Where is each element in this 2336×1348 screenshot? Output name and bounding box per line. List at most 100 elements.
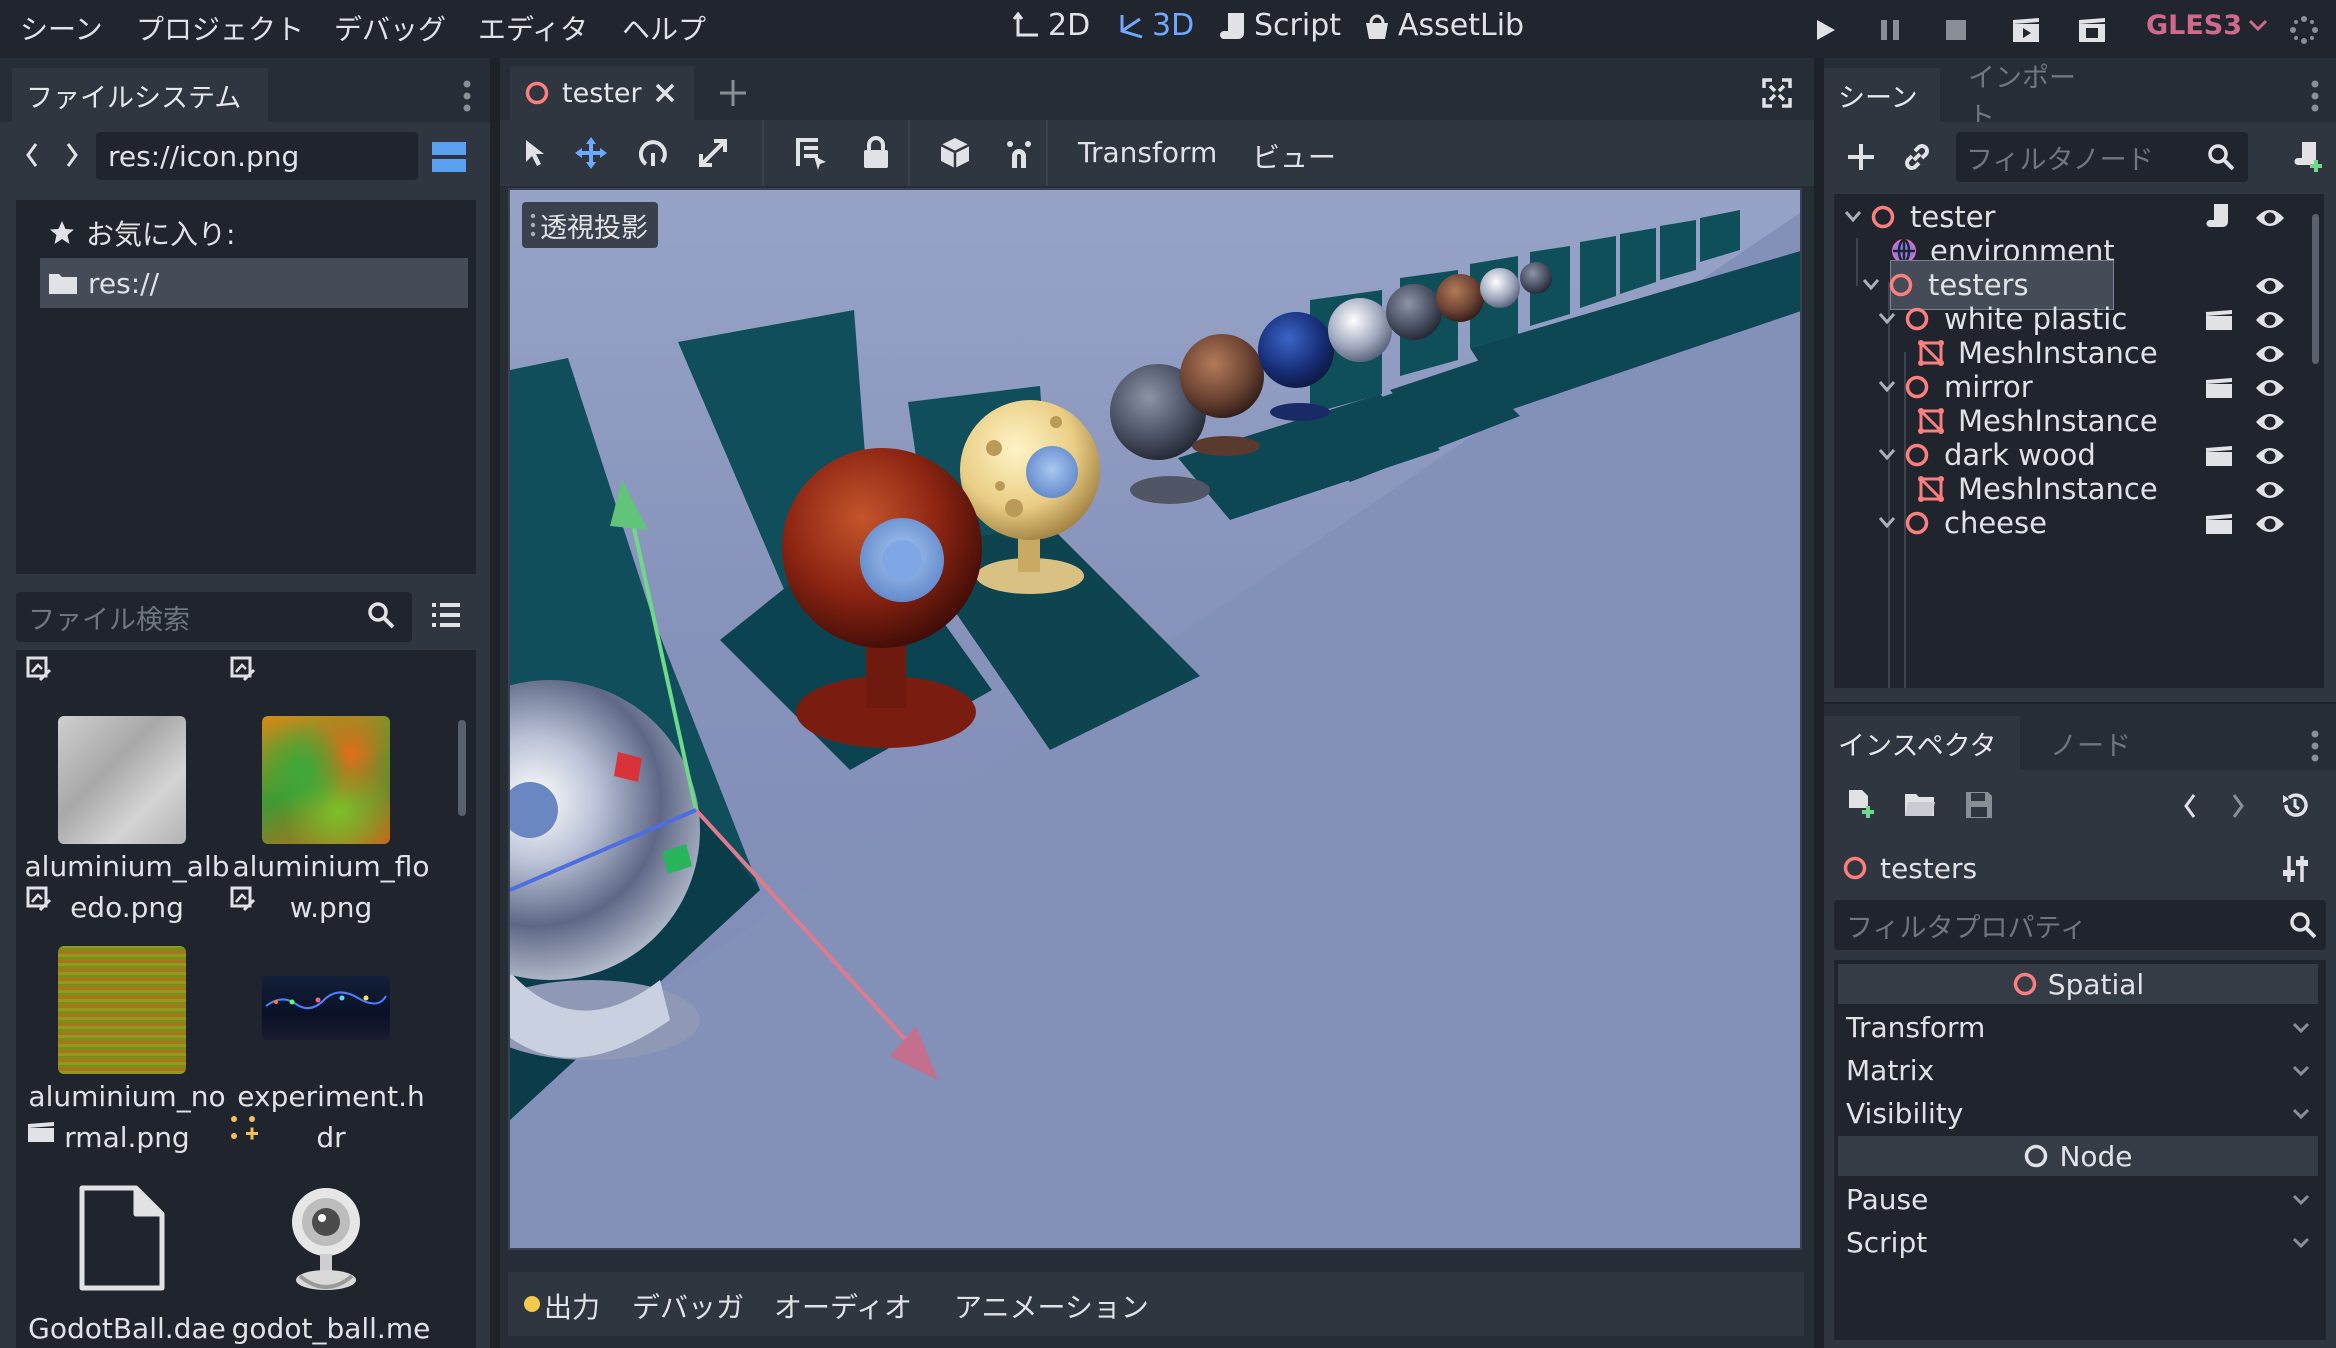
attach-script-icon[interactable] (2294, 140, 2324, 179)
visibility-eye-icon[interactable] (2254, 340, 2286, 364)
menu-project[interactable]: プロジェクト (136, 8, 304, 48)
spatial-node-icon (1871, 205, 1895, 229)
file-thumb-aluminium-normal[interactable] (58, 946, 186, 1074)
workspace-3d-button[interactable]: 3D (1116, 8, 1194, 43)
view-menu[interactable]: ビュー (1252, 136, 1336, 176)
renderer-selector[interactable]: GLES3 (2146, 10, 2268, 41)
forward-arrow-icon[interactable] (64, 140, 80, 177)
chevron-down-icon (1878, 449, 1896, 461)
dock-menu-icon[interactable] (462, 78, 478, 114)
close-icon[interactable] (654, 82, 676, 104)
tab-output[interactable]: 出力 (544, 1286, 600, 1326)
scene-node-cheese[interactable]: cheese (1878, 500, 2047, 546)
group-icon[interactable] (938, 136, 972, 177)
workspace-2d-button[interactable]: 2D (1012, 8, 1090, 43)
scene-badge-icon (26, 1118, 56, 1151)
rotate-tool-icon[interactable] (636, 136, 670, 177)
tab-tester[interactable]: tester (510, 66, 694, 120)
node-filter-input[interactable]: フィルタノード (1956, 132, 2248, 182)
object-properties-icon[interactable] (2282, 854, 2310, 891)
visibility-eye-icon[interactable] (2254, 204, 2286, 228)
visibility-eye-icon[interactable] (2254, 374, 2286, 398)
tab-node[interactable]: ノード (2036, 716, 2146, 770)
workspace-script-button[interactable]: Script (1220, 8, 1341, 43)
stop-button[interactable] (1936, 10, 1976, 50)
property-matrix[interactable]: Matrix (1838, 1049, 2318, 1092)
file-thumb-godotball-dae[interactable] (76, 1184, 168, 1299)
tab-import[interactable]: インポート (1954, 63, 2116, 133)
property-visibility[interactable]: Visibility (1838, 1092, 2318, 1135)
property-pause[interactable]: Pause (1838, 1178, 2318, 1221)
visibility-eye-icon[interactable] (2254, 476, 2286, 500)
save-icon[interactable] (1964, 790, 1994, 827)
dock-menu-icon[interactable] (2310, 728, 2320, 771)
menu-debug[interactable]: デバッグ (334, 8, 446, 48)
pause-button[interactable] (1870, 10, 1910, 50)
instance-link-icon[interactable] (1902, 142, 1932, 179)
list-select-icon[interactable] (794, 136, 828, 177)
lock-icon[interactable] (862, 136, 890, 177)
instanced-scene-icon[interactable] (2204, 374, 2234, 407)
open-folder-icon[interactable] (1904, 790, 1936, 825)
instanced-scene-icon[interactable] (2204, 442, 2234, 475)
file-item-godot-ball-mesh[interactable]: godot_ball.mesh (226, 1308, 436, 1348)
section-spatial-label: Spatial (2047, 967, 2145, 1001)
visibility-eye-icon[interactable] (2254, 408, 2286, 432)
fullscreen-icon[interactable] (1762, 78, 1792, 115)
add-tab-icon[interactable] (718, 78, 748, 115)
play-scene-button[interactable] (2006, 10, 2046, 50)
split-view-toggle-icon[interactable] (432, 142, 466, 179)
property-transform[interactable]: Transform (1838, 1006, 2318, 1049)
history-back-icon[interactable] (2182, 792, 2198, 827)
path-field[interactable]: res://icon.png (96, 132, 418, 180)
file-thumb-godot-ball-mesh[interactable] (266, 1178, 386, 1305)
property-script[interactable]: Script (1838, 1221, 2318, 1264)
tab-scene[interactable]: シーン (1824, 68, 1940, 122)
property-filter-input[interactable]: フィルタプロパティ (1834, 900, 2326, 950)
tab-audio[interactable]: オーディオ (774, 1286, 912, 1326)
play-button[interactable] (1806, 10, 1846, 50)
tab-animation[interactable]: アニメーション (954, 1286, 1149, 1326)
perspective-menu[interactable]: 透視投影 (522, 202, 658, 248)
chevron-down-icon (2292, 1108, 2310, 1119)
file-thumb-experiment-hdr[interactable] (262, 976, 390, 1040)
add-node-icon[interactable] (1846, 142, 1876, 179)
viewport-3d[interactable]: 透視投影 (508, 188, 1802, 1250)
snap-icon[interactable] (1002, 136, 1036, 177)
tab-debugger[interactable]: デバッガ (632, 1286, 744, 1326)
inspected-object[interactable]: testers (1842, 846, 1977, 890)
file-thumb-aluminium-flow[interactable] (262, 716, 390, 844)
scale-tool-icon[interactable] (696, 136, 730, 177)
visibility-eye-icon[interactable] (2254, 306, 2286, 330)
script-icon[interactable] (2206, 202, 2232, 237)
new-resource-icon[interactable] (1846, 788, 1876, 827)
file-search-input[interactable]: ファイル検索 (16, 592, 412, 642)
tab-inspector[interactable]: インスペクタ (1824, 716, 2020, 770)
file-item-aluminium-flow[interactable]: aluminium_flo w.png (226, 846, 436, 928)
instanced-scene-icon[interactable] (2204, 510, 2234, 543)
menu-help[interactable]: ヘルプ (622, 8, 706, 48)
move-tool-icon[interactable] (574, 136, 608, 177)
tab-filesystem[interactable]: ファイルシステム (12, 68, 268, 122)
file-item-godotball-dae[interactable]: GodotBall.dae (22, 1308, 232, 1348)
dock-menu-icon[interactable] (2310, 78, 2320, 121)
visibility-eye-icon[interactable] (2254, 510, 2286, 534)
menu-editor[interactable]: エディタ (478, 8, 588, 48)
instanced-scene-icon[interactable] (2204, 306, 2234, 339)
file-thumb-aluminium-albedo[interactable] (58, 716, 186, 844)
history-forward-icon[interactable] (2230, 792, 2246, 827)
transform-menu[interactable]: Transform (1078, 136, 1217, 169)
folder-res-row[interactable]: res:// (48, 260, 159, 306)
back-arrow-icon[interactable] (24, 140, 40, 177)
history-icon[interactable] (2280, 790, 2310, 827)
favorites-row[interactable]: お気に入り: (48, 210, 235, 256)
file-grid-scrollbar[interactable] (458, 720, 466, 816)
list-view-icon[interactable] (432, 602, 460, 635)
workspace-assetlib-button[interactable]: AssetLib (1362, 8, 1524, 43)
visibility-eye-icon[interactable] (2254, 272, 2286, 296)
menu-scene[interactable]: シーン (20, 8, 103, 48)
select-tool-icon[interactable] (522, 138, 550, 175)
visibility-eye-icon[interactable] (2254, 442, 2286, 466)
file-item-aluminium-albedo[interactable]: aluminium_alb edo.png (22, 846, 232, 928)
play-custom-scene-button[interactable] (2072, 10, 2112, 50)
